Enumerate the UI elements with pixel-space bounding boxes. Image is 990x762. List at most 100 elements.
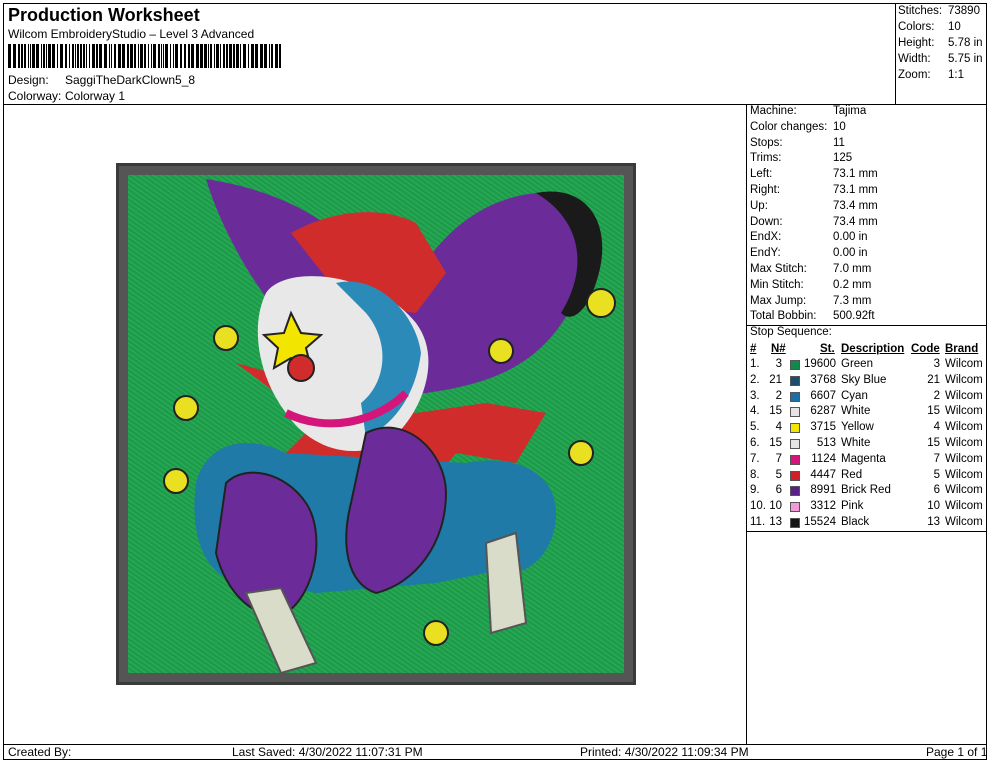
- stop-stitches: 6607: [810, 389, 836, 402]
- machine-info-label: Right:: [750, 184, 781, 196]
- stop-needle: 13: [769, 516, 782, 528]
- stop-code: 15: [927, 405, 940, 418]
- stop-description: White: [841, 437, 871, 449]
- stop-code: 5: [933, 468, 940, 481]
- stop-description: Cyan: [841, 389, 868, 402]
- machine-info-label: Machine:: [750, 105, 797, 117]
- col-header-st: St.: [820, 343, 835, 355]
- machine-info-label: Max Jump:: [750, 294, 807, 307]
- stop-description: Brick Red: [841, 484, 891, 497]
- stop-stitches: 1124: [811, 452, 836, 465]
- machine-info-value: 500.92ft: [833, 310, 875, 323]
- footer-page: Page 1 of 1: [926, 745, 988, 759]
- embroidery-design: [116, 163, 636, 685]
- machine-info-value: 0.00 in: [833, 231, 868, 244]
- machine-info-label: EndX:: [750, 231, 782, 244]
- stop-code: 15: [927, 437, 940, 449]
- stop-brand: Wilcom: [945, 389, 983, 402]
- machine-info-value: 7.0 mm: [833, 263, 872, 275]
- stop-description: Red: [841, 468, 863, 481]
- machine-info-label: Total Bobbin:: [750, 310, 817, 323]
- col-header-idx: #: [750, 343, 757, 355]
- stop-needle: 15: [769, 405, 782, 418]
- stop-code: 7: [933, 452, 940, 465]
- stop-code: 4: [933, 421, 940, 434]
- summary-value: 10: [948, 21, 961, 33]
- stop-brand: Wilcom: [945, 358, 983, 370]
- stop-index: 9.: [750, 484, 760, 497]
- summary-value: 1:1: [948, 69, 964, 81]
- stop-needle: 10: [769, 500, 782, 513]
- col-header-code: Code: [911, 343, 940, 355]
- design-value: SaggiTheDarkClown5_8: [65, 73, 196, 87]
- summary-value: 5.78 in: [948, 37, 983, 49]
- design-label: Design:: [8, 73, 49, 87]
- footer-panel: [3, 744, 987, 760]
- machine-info-value: 125: [833, 152, 853, 165]
- col-header-brand: Brand: [945, 343, 979, 355]
- machine-info-value: 7.3 mm: [833, 294, 872, 307]
- machine-info-value: 73.4 mm: [833, 199, 878, 212]
- stop-description: Black: [841, 516, 870, 528]
- stop-needle: 3: [775, 358, 782, 370]
- machine-info-value: 73.4 mm: [833, 215, 878, 228]
- stop-needle: 15: [769, 437, 782, 449]
- stop-index: 1.: [750, 358, 760, 370]
- stop-stitches: 3715: [810, 421, 836, 434]
- stop-stitches: 3768: [810, 373, 836, 386]
- stop-stitches: 3312: [810, 500, 836, 513]
- stop-code: 3: [933, 358, 940, 370]
- summary-label: Zoom:: [898, 69, 931, 81]
- stop-description: Pink: [841, 500, 864, 513]
- stop-brand: Wilcom: [945, 468, 983, 481]
- stop-index: 3.: [750, 389, 760, 402]
- summary-label: Colors:: [898, 21, 935, 33]
- stop-description: Magenta: [841, 452, 886, 465]
- stop-code: 21: [927, 373, 940, 386]
- footer-printed: Printed: 4/30/2022 11:09:34 PM: [580, 745, 749, 759]
- stop-needle: 2: [775, 389, 782, 402]
- col-header-n: N#: [771, 343, 786, 355]
- stop-brand: Wilcom: [945, 516, 983, 528]
- stop-description: White: [841, 405, 871, 418]
- barcode: [8, 44, 281, 68]
- stop-needle: 4: [775, 421, 782, 434]
- stop-brand: Wilcom: [945, 452, 983, 465]
- machine-info-label: Trims:: [750, 152, 782, 165]
- table-bottom-divider: [746, 531, 987, 532]
- stop-index: 8.: [750, 468, 760, 481]
- software-name: Wilcom EmbroideryStudio – Level 3 Advanc…: [8, 27, 255, 41]
- col-header-description: Description: [841, 343, 905, 355]
- stop-stitches: 19600: [804, 358, 836, 370]
- stop-index: 2.: [750, 373, 760, 386]
- summary-value: 5.75 in: [948, 53, 983, 65]
- colorway-value: Colorway 1: [65, 89, 126, 103]
- page-title: Production Worksheet: [8, 5, 200, 25]
- stop-index: 5.: [750, 421, 760, 434]
- machine-info-value: Tajima: [833, 105, 867, 117]
- stop-index: 6.: [750, 437, 760, 449]
- stop-code: 13: [927, 516, 940, 528]
- machine-info-label: Down:: [750, 215, 783, 228]
- summary-label: Height:: [898, 37, 935, 49]
- stop-description: Yellow: [841, 421, 874, 434]
- machine-info-label: Stops:: [750, 136, 783, 149]
- footer-created-by: Created By:: [8, 745, 72, 759]
- stop-description: Sky Blue: [841, 373, 887, 386]
- stop-stitches: 15524: [804, 516, 836, 528]
- machine-info-label: Min Stitch:: [750, 278, 804, 291]
- stop-brand: Wilcom: [945, 373, 983, 386]
- stop-index: 4.: [750, 405, 760, 418]
- stop-brand: Wilcom: [945, 437, 983, 449]
- machine-info-value: 73.1 mm: [833, 168, 878, 181]
- stop-needle: 5: [775, 468, 782, 481]
- machine-info-label: Left:: [750, 168, 773, 181]
- stop-stitches: 6287: [810, 405, 836, 418]
- stop-brand: Wilcom: [945, 405, 983, 418]
- stop-code: 10: [927, 500, 940, 513]
- stop-index: 7.: [750, 452, 760, 465]
- summary-label: Stitches:: [898, 5, 943, 17]
- stop-stitches: 8991: [810, 484, 836, 497]
- machine-info-label: Color changes:: [750, 120, 828, 133]
- machine-info-value: 73.1 mm: [833, 184, 878, 196]
